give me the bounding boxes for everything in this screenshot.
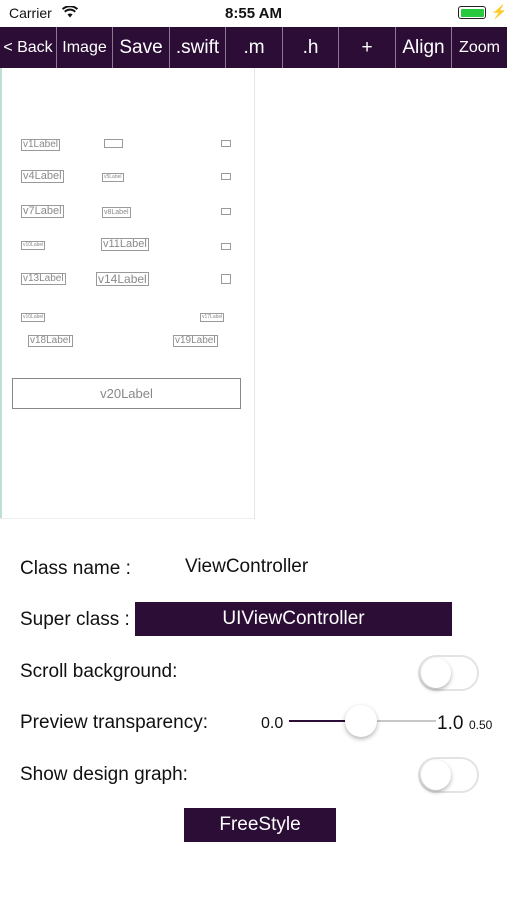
freestyle-button[interactable]: FreeStyle xyxy=(184,808,336,842)
v3-label[interactable] xyxy=(221,140,231,147)
v8-label[interactable]: v8Label xyxy=(102,207,131,218)
v20-label[interactable]: v20Label xyxy=(12,378,241,409)
slider-max-label: 1.0 xyxy=(437,713,464,734)
v13-label[interactable]: v13Label xyxy=(21,273,66,285)
charging-icon: ⚡ xyxy=(491,4,507,19)
h-file-button[interactable]: .h xyxy=(283,27,339,68)
swift-button[interactable]: .swift xyxy=(170,27,226,68)
v11-label[interactable]: v11Label xyxy=(101,238,149,251)
v5-label[interactable]: v5Label xyxy=(102,173,124,182)
preview-transparency-label: Preview transparency: xyxy=(20,712,208,733)
v6-label[interactable] xyxy=(221,173,231,180)
back-button[interactable]: < Back xyxy=(0,27,57,68)
show-design-graph-label: Show design graph: xyxy=(20,764,188,785)
v15-label[interactable] xyxy=(221,274,231,284)
v7-label[interactable]: v7Label xyxy=(21,205,64,218)
v17-label[interactable]: v17Label xyxy=(200,313,225,322)
design-canvas[interactable]: v1Label v4Label v5Label v7Label v8Label … xyxy=(0,68,255,519)
v19-label[interactable]: v19Label xyxy=(173,335,218,347)
scroll-background-toggle[interactable] xyxy=(418,655,479,691)
v16-label[interactable]: v16Label xyxy=(21,313,46,322)
toggle-knob xyxy=(421,658,451,688)
v18-label[interactable]: v18Label xyxy=(28,335,73,347)
class-name-label: Class name : xyxy=(20,558,131,579)
battery-icon xyxy=(458,6,486,19)
super-class-button[interactable]: UIViewController xyxy=(135,602,452,636)
v10-label[interactable]: v10Label xyxy=(21,241,46,250)
slider-value-label: 0.50 xyxy=(469,718,493,732)
toggle-knob xyxy=(421,760,451,790)
super-class-label: Super class : xyxy=(20,609,130,630)
v9-label[interactable] xyxy=(221,208,231,215)
slider-min-label: 0.0 xyxy=(261,715,284,732)
transparency-slider-thumb[interactable] xyxy=(345,705,377,737)
m-file-button[interactable]: .m xyxy=(226,27,283,68)
v2-label[interactable] xyxy=(104,139,123,148)
v1-label[interactable]: v1Label xyxy=(21,139,61,151)
show-design-graph-toggle[interactable] xyxy=(418,757,479,793)
v14-label[interactable]: v14Label xyxy=(96,272,149,286)
image-button[interactable]: Image xyxy=(57,27,113,68)
class-name-value[interactable]: ViewController xyxy=(185,556,308,578)
v12-label[interactable] xyxy=(221,243,231,250)
add-button[interactable]: + xyxy=(339,27,396,68)
save-button[interactable]: Save xyxy=(113,27,170,68)
status-bar: Carrier 8:55 AM ⚡ xyxy=(0,0,507,26)
scroll-background-label: Scroll background: xyxy=(20,661,178,682)
zoom-button[interactable]: Zoom xyxy=(452,27,507,68)
align-button[interactable]: Align xyxy=(396,27,452,68)
v4-label[interactable]: v4Label xyxy=(21,170,64,183)
canvas-edge xyxy=(0,68,2,518)
clock: 8:55 AM xyxy=(225,5,282,22)
toolbar: < Back Image Save .swift .m .h + Align Z… xyxy=(0,27,507,68)
